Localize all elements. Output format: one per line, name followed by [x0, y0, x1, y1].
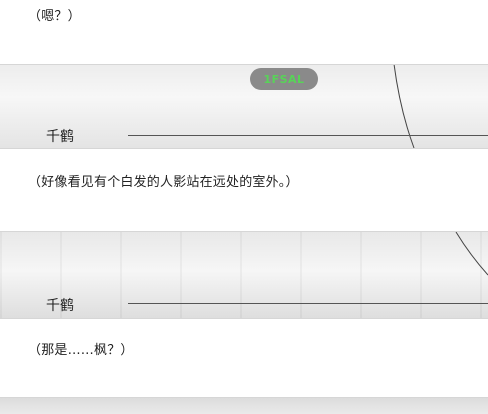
scene-badge: 1FSAL [250, 68, 318, 90]
dialogue-text-2: （好像看见有个白发的人影站在远处的室外。） [28, 175, 299, 190]
dialogue-box-2[interactable]: （好像看见有个白发的人影站在远处的室外。） [0, 148, 488, 232]
speaker-name-1: 千鹤 [46, 129, 74, 145]
dialogue-text-1: （嗯？） [28, 9, 81, 24]
dialogue-box-1[interactable]: （嗯？） [0, 0, 488, 65]
dialogue-text-3: （那是……枫？） [28, 343, 134, 358]
speaker-rule-2 [128, 303, 488, 304]
speaker-name-2: 千鹤 [46, 298, 74, 314]
dialogue-box-3[interactable]: （那是……枫？） [0, 318, 488, 398]
speaker-rule-1 [128, 135, 488, 136]
